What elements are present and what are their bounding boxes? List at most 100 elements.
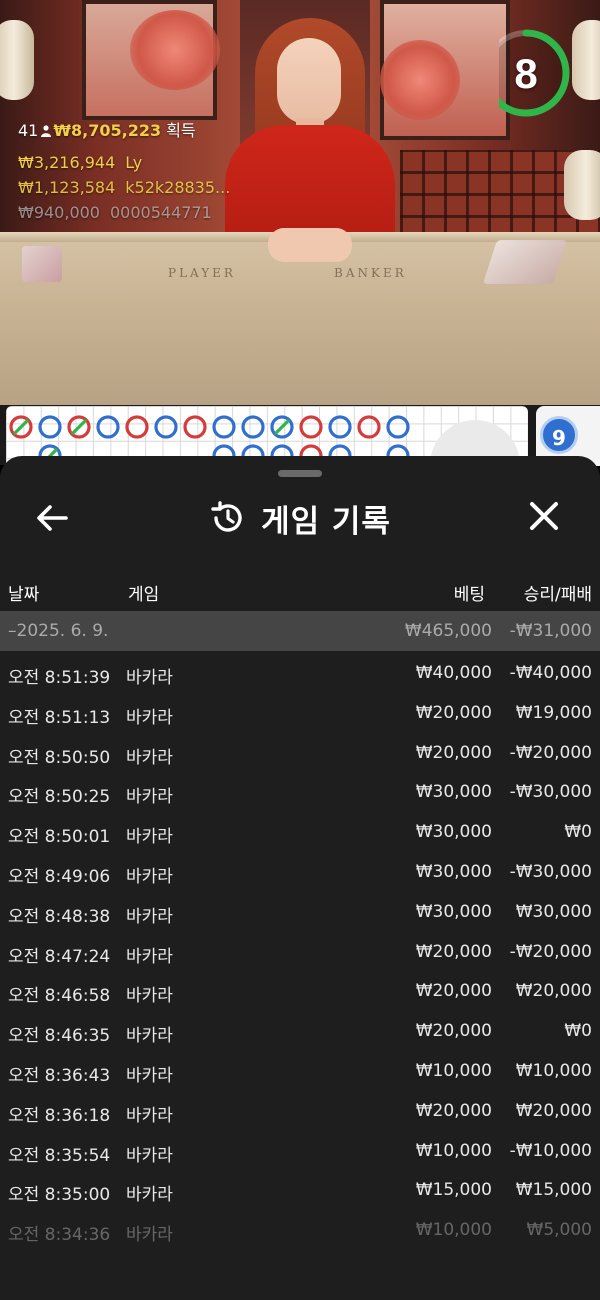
- row-game: 바카라: [126, 668, 173, 688]
- row-time: 오전 8:36:18: [8, 1105, 111, 1126]
- row-bet: ₩15,000: [415, 1180, 492, 1201]
- row-game: 바카라: [126, 906, 173, 927]
- row-time: 오전 8:36:43: [8, 1065, 111, 1086]
- winners-total: ₩8,705,223: [53, 121, 162, 140]
- table-row[interactable]: 오전 8:51:39 바카라 ₩40,000 -₩40,000: [0, 654, 600, 694]
- row-time: 오전 8:47:24: [8, 946, 111, 967]
- row-win-loss: -₩30,000: [509, 782, 592, 803]
- blossom: [380, 40, 460, 120]
- table-row[interactable]: 오전 8:47:24 바카라 ₩20,000 -₩20,000: [0, 933, 600, 973]
- row-game: 바카라: [126, 1185, 173, 1206]
- row-bet: ₩30,000: [415, 822, 492, 843]
- table-row[interactable]: 오전 8:51:13 바카라 ₩20,000 ₩19,000: [0, 694, 600, 734]
- row-game: 바카라: [126, 986, 173, 1007]
- date-group-win-loss-total: -₩31,000: [509, 621, 592, 641]
- card-shoe: [22, 246, 62, 282]
- row-game: 바카라: [126, 747, 173, 768]
- row-time: 오전 8:49:06: [8, 866, 111, 887]
- row-game: 바카라: [126, 827, 173, 848]
- row-win-loss: -₩20,000: [509, 941, 592, 962]
- road-next-badge: 9: [540, 416, 578, 454]
- row-win-loss: ₩15,000: [515, 1180, 592, 1201]
- row-bet: ₩10,000: [415, 1060, 492, 1081]
- column-game: 게임: [128, 585, 160, 605]
- recent-win-user: Ly: [125, 153, 143, 172]
- table-row[interactable]: 오전 8:36:18 바카라 ₩20,000 ₩20,000: [0, 1092, 600, 1132]
- lantern: [572, 20, 600, 100]
- row-win-loss: -₩10,000: [509, 1140, 592, 1161]
- person-icon: [41, 125, 52, 137]
- row-game: 바카라: [126, 946, 173, 967]
- row-time: 오전 8:50:25: [8, 787, 111, 808]
- table-label-player: PLAYER: [168, 266, 236, 280]
- row-time: 오전 8:48:38: [8, 906, 111, 927]
- row-win-loss: ₩5,000: [526, 1220, 592, 1241]
- row-game: 바카라: [126, 1105, 173, 1126]
- row-game: 바카라: [126, 707, 173, 728]
- row-time: 오전 8:34:36: [8, 1225, 111, 1246]
- row-time: 오전 8:50:50: [8, 747, 111, 768]
- row-win-loss: ₩19,000: [515, 702, 592, 723]
- table-row[interactable]: 오전 8:49:06 바카라 ₩30,000 -₩30,000: [0, 853, 600, 893]
- table-row[interactable]: 오전 8:50:25 바카라 ₩30,000 -₩30,000: [0, 773, 600, 813]
- row-bet: ₩20,000: [415, 981, 492, 1002]
- drag-handle[interactable]: [278, 470, 322, 477]
- table-row[interactable]: 오전 8:50:50 바카라 ₩20,000 -₩20,000: [0, 734, 600, 774]
- page-title: 게임 기록: [261, 503, 391, 540]
- row-time: 오전 8:46:58: [8, 986, 111, 1007]
- discard-tray: [482, 240, 568, 284]
- winners-summary: 41 ₩8,705,223 획득: [18, 120, 298, 141]
- table-header: 날짜 게임 베팅 승리/패배: [0, 576, 600, 606]
- table-row[interactable]: 오전 8:50:01 바카라 ₩30,000 ₩0: [0, 813, 600, 853]
- dealer-face: [277, 38, 341, 124]
- countdown-timer: 8: [482, 26, 573, 122]
- row-game: 바카라: [126, 787, 173, 808]
- row-game: 바카라: [126, 1065, 173, 1086]
- winners-overlay: 41 ₩8,705,223 획득 ₩3,216,944 Ly ₩1,123,584 k…: [18, 120, 298, 223]
- table-row[interactable]: 오전 8:48:38 바카라 ₩30,000 ₩30,000: [0, 893, 600, 933]
- row-win-loss: -₩40,000: [509, 663, 592, 683]
- row-bet: ₩10,000: [415, 1140, 492, 1161]
- date-group-bet-total: ₩465,000: [404, 621, 492, 641]
- row-bet: ₩40,000: [415, 663, 492, 683]
- table-row[interactable]: 오전 8:35:00 바카라 ₩15,000 ₩15,000: [0, 1171, 600, 1211]
- date-group-date: –2025. 6. 9.: [8, 621, 109, 641]
- column-bet: 베팅: [453, 585, 485, 605]
- table-row[interactable]: 오전 8:46:58 바카라 ₩20,000 ₩20,000: [0, 972, 600, 1012]
- row-bet: ₩20,000: [415, 1100, 492, 1121]
- live-video: PLAYER BANKER 41 ₩8,705,223 획득 ₩3,216,944…: [0, 0, 600, 405]
- row-bet: ₩20,000: [415, 941, 492, 962]
- row-bet: ₩10,000: [415, 1220, 492, 1241]
- row-win-loss: ₩20,000: [515, 981, 592, 1002]
- history-list: 오전 8:51:39 바카라 ₩40,000 -₩40,000 오전 8:51:13 바카…: [0, 654, 600, 1251]
- dealer-hands: [268, 228, 352, 262]
- table-row[interactable]: 오전 8:46:35 바카라 ₩20,000 ₩0: [0, 1012, 600, 1052]
- row-win-loss: -₩20,000: [509, 742, 592, 763]
- row-time: 오전 8:46:35: [8, 1026, 111, 1047]
- row-time: 오전 8:35:00: [8, 1185, 111, 1206]
- row-win-loss: ₩30,000: [515, 901, 592, 922]
- recent-win: ₩1,123,584 k52k28835...: [18, 177, 298, 198]
- row-win-loss: ₩10,000: [515, 1060, 592, 1081]
- table-row[interactable]: 오전 8:35:54 바카라 ₩10,000 -₩10,000: [0, 1132, 600, 1172]
- row-game: 바카라: [126, 1026, 173, 1047]
- blossom: [130, 10, 220, 90]
- date-group-row[interactable]: –2025. 6. 9. ₩465,000 -₩31,000: [0, 611, 600, 651]
- sheet-header: 게임 기록: [0, 486, 600, 550]
- close-button[interactable]: [520, 498, 568, 538]
- row-time: 오전 8:50:01: [8, 827, 111, 848]
- table-row[interactable]: 오전 8:36:43 바카라 ₩10,000 ₩10,000: [0, 1052, 600, 1092]
- row-bet: ₩30,000: [415, 782, 492, 803]
- row-game: 바카라: [126, 1225, 173, 1246]
- column-win-loss: 승리/패배: [523, 585, 592, 605]
- row-time: 오전 8:35:54: [8, 1145, 111, 1166]
- row-win-loss: ₩20,000: [515, 1100, 592, 1121]
- winners-label: 획득: [166, 121, 196, 140]
- recent-win-amount: ₩940,000: [18, 203, 100, 222]
- table-label-banker: BANKER: [334, 266, 407, 280]
- row-bet: ₩20,000: [415, 742, 492, 763]
- row-game: 바카라: [126, 1145, 173, 1166]
- title-group: 게임 기록: [0, 496, 600, 540]
- table-row[interactable]: 오전 8:34:36 바카라 ₩10,000 ₩5,000: [0, 1211, 600, 1251]
- row-time: 오전 8:51:13: [8, 707, 111, 728]
